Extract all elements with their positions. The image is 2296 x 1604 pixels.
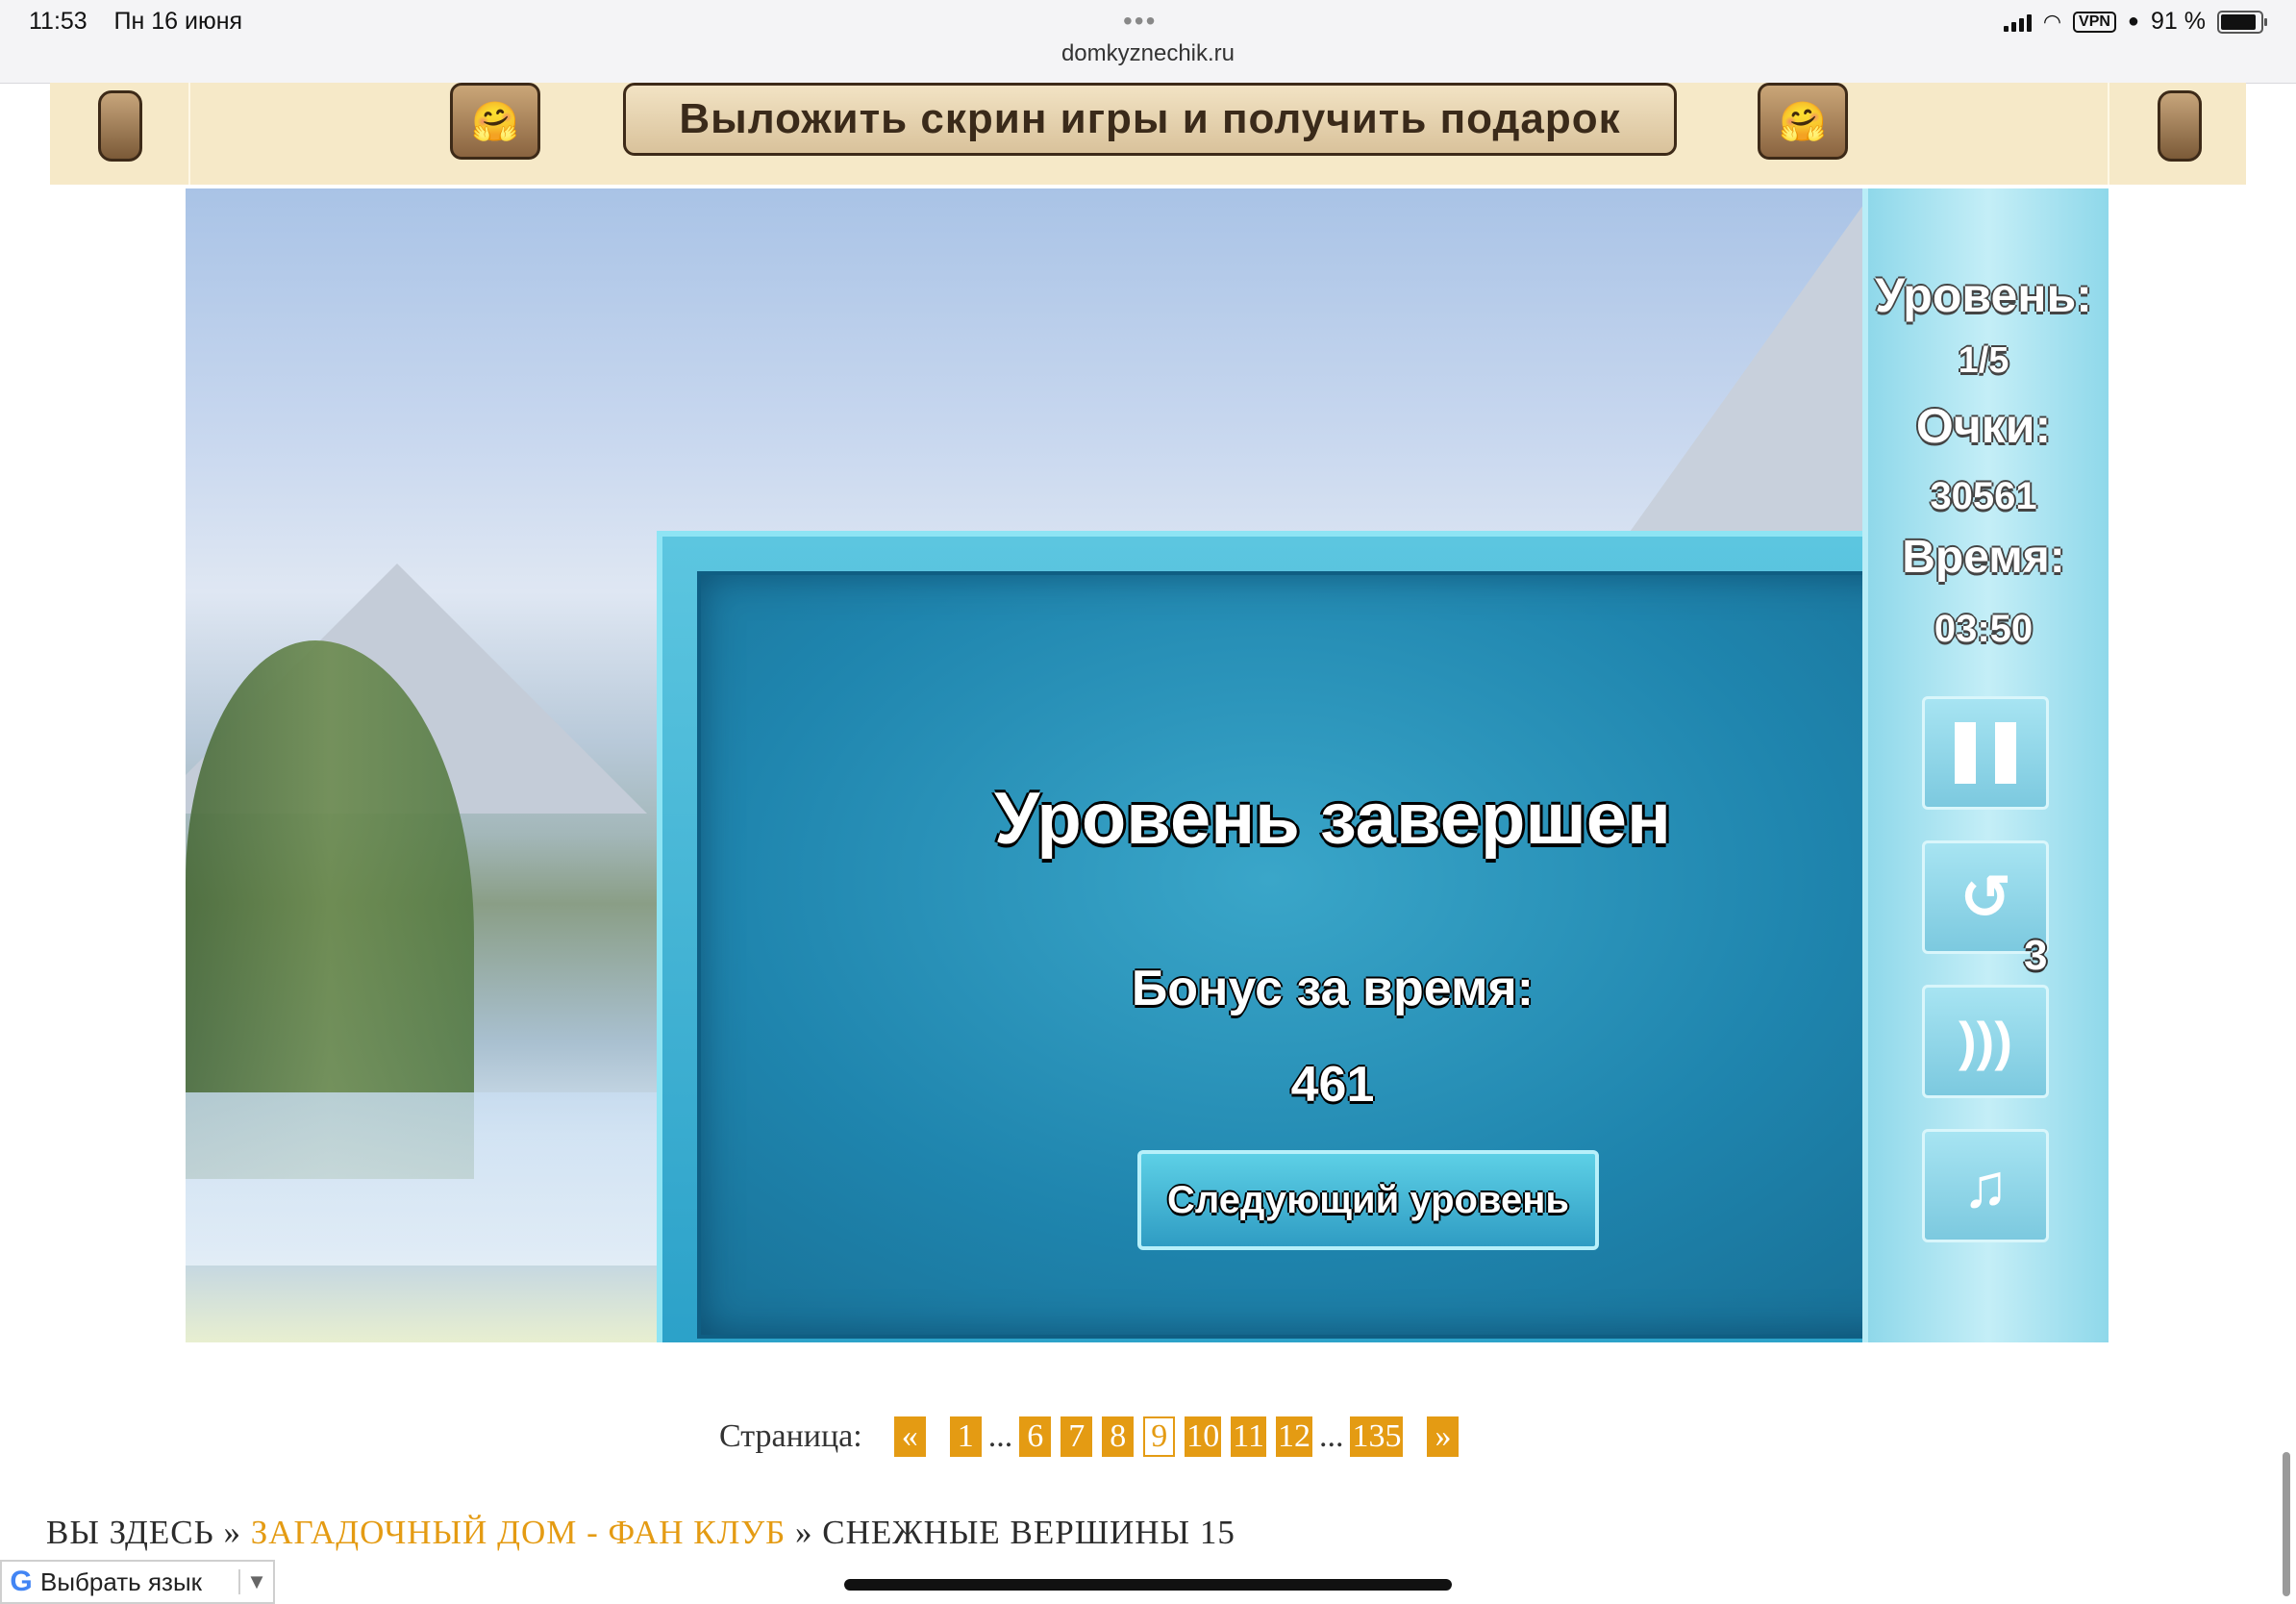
banner-divider [2108,83,2109,185]
time-value: 03:50 [1934,608,2034,650]
cellular-signal-icon [2003,13,2032,32]
undo-count: 3 [2024,932,2048,979]
status-indicators: ◠ VPN ● 91 % [2003,8,2267,36]
status-date: Пн 16 июня [113,8,243,35]
breadcrumb-current: СНЕЖНЫЕ ВЕРШИНЫ 15 [822,1514,1235,1551]
breadcrumb-separator: » [223,1514,241,1551]
pagination-ellipsis: ... [1318,1418,1344,1454]
banner-right-knob [2158,90,2202,162]
multitask-dots-icon[interactable]: ••• [1123,6,1157,37]
battery-fill [2221,13,2256,30]
page-link[interactable]: 8 [1102,1416,1135,1457]
page-link[interactable]: 11 [1231,1416,1266,1457]
person-icon: ● [2127,11,2140,32]
address-bar-url[interactable]: domkyznechik.ru [0,40,2296,67]
undo-icon: ↺ [1959,863,2011,932]
page-prev[interactable]: « [893,1416,926,1457]
share-screenshot-button[interactable]: Выложить скрин игры и получить подарок [623,83,1677,156]
status-time-date: 11:53 Пн 16 июня [29,8,242,36]
pagination-label: Страница: [719,1418,862,1454]
home-indicator[interactable] [844,1579,1452,1591]
scrollbar[interactable] [2283,1452,2290,1596]
breadcrumb-here: ВЫ ЗДЕСЬ [46,1514,214,1551]
dialog-panel: Уровень завершен Бонус за время: 461 Сле… [697,571,1968,1339]
hug-emoji-icon[interactable]: 🤗 [1758,83,1848,160]
sound-icon: ))) [1959,1011,2012,1071]
next-level-button[interactable]: Следующий уровень [1137,1150,1599,1250]
status-bar: 11:53 Пн 16 июня ••• domkyznechik.ru ◠ V… [0,0,2296,84]
vpn-badge: VPN [2073,11,2116,33]
level-value: 1/5 [1958,340,2009,381]
page-link[interactable]: 6 [1019,1416,1052,1457]
level-label: Уровень: [1875,268,2092,322]
time-bonus-value: 461 [1290,1057,1375,1113]
page-link[interactable]: 1 [949,1416,982,1457]
page-link[interactable]: 10 [1185,1416,1222,1457]
status-time: 11:53 [29,8,87,35]
pagination-ellipsis: ... [987,1418,1013,1454]
pagination: Страница: « 1 ... 6 7 8 9 10 11 12 ... 1… [719,1416,1463,1458]
sound-button[interactable]: ))) [1922,985,2049,1098]
promo-banner: 🤗 Выложить скрин игры и получить подарок… [50,83,2246,185]
breadcrumb-separator: » [794,1514,813,1551]
battery-icon [2217,10,2267,34]
battery-percent: 91 % [2151,8,2206,35]
language-selector-label: Выбрать язык [40,1566,203,1596]
time-bonus-label: Бонус за время: [1131,961,1535,1016]
pause-icon [1955,722,2016,784]
wifi-icon: ◠ [2042,9,2062,34]
music-icon: ♫ [1962,1151,2009,1220]
game-sidebar: Уровень: 1/5 Очки: 30561 Время: 03:50 ↺ … [1862,188,2109,1342]
dropdown-arrow-icon[interactable]: ▼ [238,1569,273,1594]
banner-left-knob [98,90,142,162]
dialog-title: Уровень завершен [994,778,1671,860]
level-complete-dialog: Уровень завершен Бонус за время: 461 Сле… [657,531,2009,1342]
score-value: 30561 [1930,475,2037,517]
page-link[interactable]: 12 [1275,1416,1312,1457]
page-link[interactable]: 7 [1061,1416,1093,1457]
page-current: 9 [1143,1416,1176,1457]
game-canvas[interactable]: e r 23 Уровень завершен Бонус за время: … [186,188,2109,1342]
score-label: Очки: [1915,399,2052,453]
page-next[interactable]: » [1427,1416,1460,1457]
time-label: Время: [1902,532,2065,583]
language-selector[interactable]: G Выбрать язык ▼ [0,1560,275,1604]
banner-divider [188,83,190,185]
breadcrumb-link[interactable]: ЗАГАДОЧНЫЙ ДОМ - ФАН КЛУБ [251,1514,786,1551]
music-button[interactable]: ♫ [1922,1129,2049,1242]
pause-button[interactable] [1922,696,2049,810]
google-icon: G [10,1566,33,1597]
hug-emoji-icon[interactable]: 🤗 [450,83,540,160]
page-link[interactable]: 135 [1350,1416,1404,1457]
breadcrumb: ВЫ ЗДЕСЬ » ЗАГАДОЧНЫЙ ДОМ - ФАН КЛУБ » С… [46,1514,1235,1552]
